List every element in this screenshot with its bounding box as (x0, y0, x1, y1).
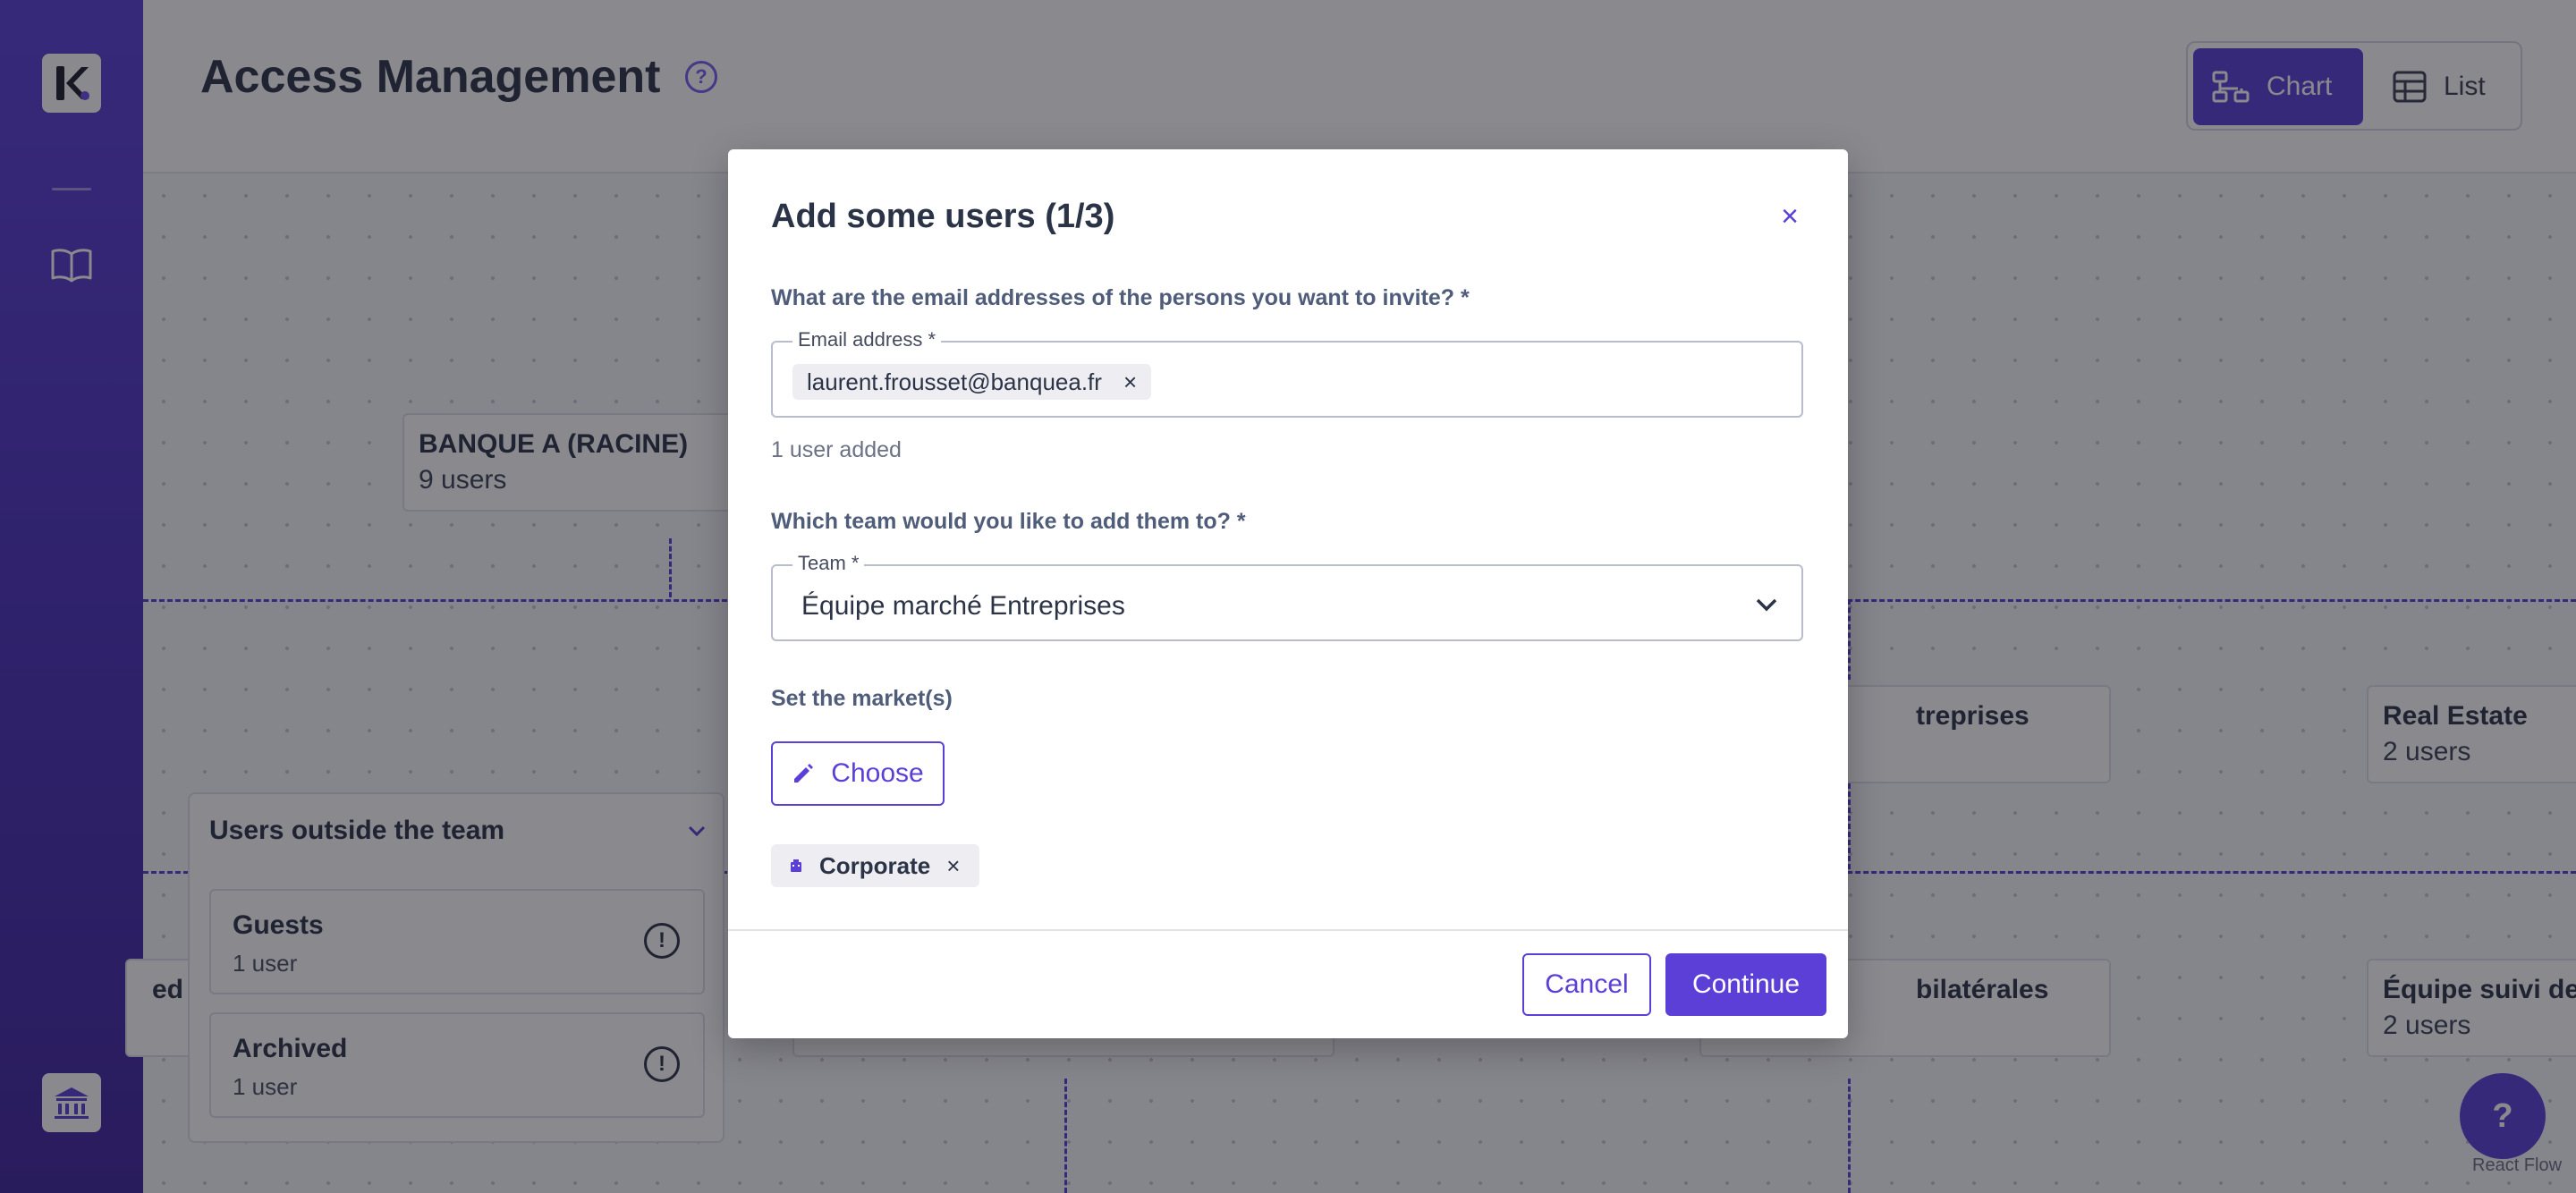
team-select-value: Équipe marché Entreprises (801, 591, 1125, 621)
remove-market-icon[interactable]: × (946, 852, 960, 880)
email-field-label: Email address * (792, 328, 942, 351)
chevron-down-icon (1756, 598, 1777, 612)
modal-title: Add some users (1/3) (771, 198, 1115, 235)
team-select[interactable]: Team * Équipe marché Entreprises (771, 552, 1803, 641)
team-field-label: Team * (792, 552, 865, 575)
modal-divider (728, 929, 1848, 931)
email-question: What are the email addresses of the pers… (771, 285, 1470, 310)
email-chip-label: laurent.frousset@banquea.fr (807, 368, 1102, 395)
close-icon[interactable]: × (1776, 201, 1803, 232)
email-chip: laurent.frousset@banquea.fr × (792, 364, 1152, 400)
users-added-count: 1 user added (771, 437, 902, 462)
continue-button[interactable]: Continue (1665, 953, 1826, 1016)
cancel-button[interactable]: Cancel (1522, 953, 1651, 1016)
add-users-modal: Add some users (1/3) × What are the emai… (728, 149, 1848, 1038)
choose-markets-button[interactable]: Choose (771, 741, 945, 806)
market-chip-label: Corporate (819, 851, 931, 879)
markets-label: Set the market(s) (771, 686, 953, 711)
email-field[interactable]: Email address * laurent.frousset@banquea… (771, 328, 1803, 418)
remove-email-icon[interactable]: × (1123, 368, 1137, 396)
choose-label: Choose (831, 758, 924, 788)
pencil-icon (794, 764, 814, 783)
building-icon (791, 859, 801, 872)
market-chip: Corporate × (771, 844, 980, 887)
team-question: Which team would you like to add them to… (771, 509, 1246, 534)
